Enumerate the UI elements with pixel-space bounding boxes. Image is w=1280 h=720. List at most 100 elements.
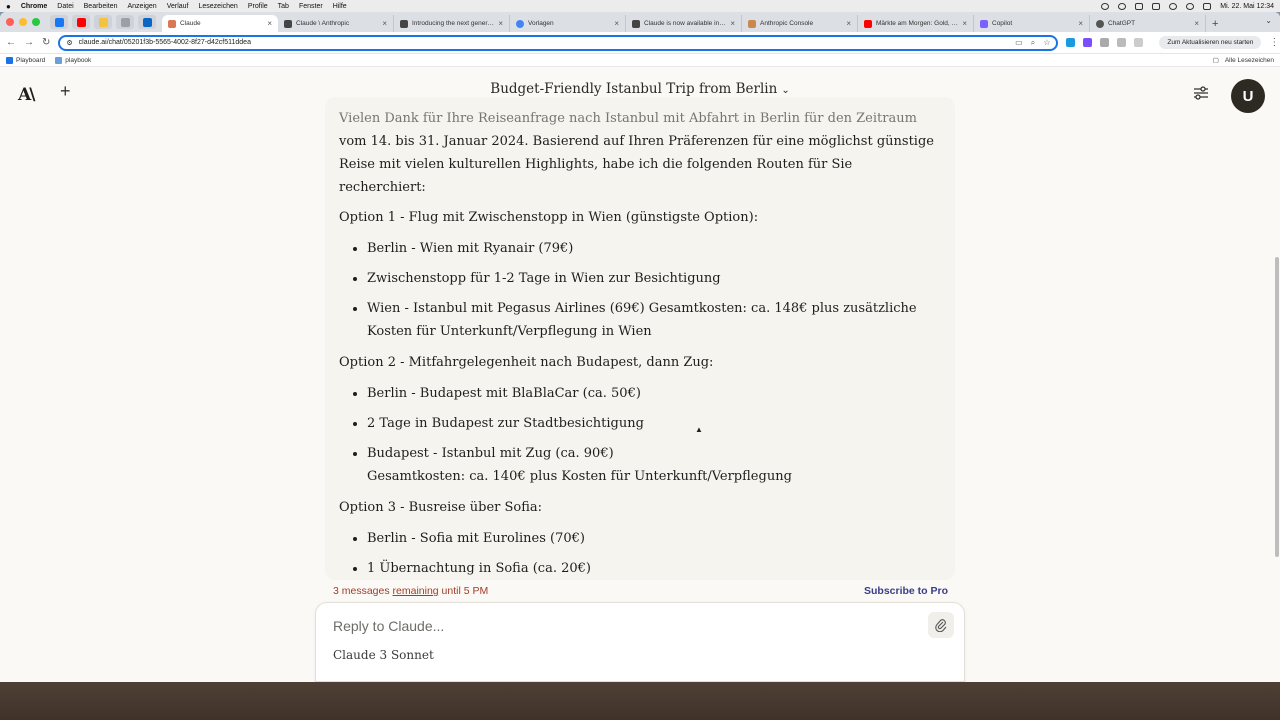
- reload-icon[interactable]: ↻: [42, 37, 50, 48]
- option1-list: Berlin - Wien mit Ryanair (79€) Zwischen…: [339, 237, 941, 343]
- conversation-title[interactable]: Budget-Friendly Istanbul Trip from Berli…: [0, 81, 1280, 97]
- bookmark-playboard[interactable]: Playboard: [6, 56, 45, 64]
- subscribe-pro-link[interactable]: Subscribe to Pro: [864, 585, 948, 597]
- mouse-cursor-icon: ▲: [695, 425, 703, 434]
- menu-fenster[interactable]: Fenster: [299, 3, 323, 10]
- page-scrollbar[interactable]: [1275, 257, 1279, 557]
- pinned-tab[interactable]: [50, 15, 68, 29]
- menu-app-name[interactable]: Chrome: [21, 3, 47, 10]
- close-tab-icon[interactable]: ×: [1194, 19, 1199, 28]
- tab-title: Copilot: [992, 20, 1013, 27]
- tab-claude[interactable]: Claude ×: [162, 15, 278, 32]
- menu-kebab-icon[interactable]: ⋮: [1269, 37, 1279, 48]
- sidebar-icon[interactable]: [1134, 38, 1144, 47]
- tab-anthropic[interactable]: Claude \ Anthropic ×: [278, 15, 394, 32]
- extension-icon[interactable]: [1066, 38, 1076, 47]
- pinned-tab-icon: [54, 17, 64, 27]
- tab-title: ChatGPT: [1108, 20, 1136, 27]
- tab-introducing[interactable]: Introducing the next generati ×: [394, 15, 510, 32]
- tab-claude-available[interactable]: Claude is now available in th ×: [626, 15, 742, 32]
- pinned-tab[interactable]: [116, 15, 134, 29]
- sync-icon[interactable]: [1118, 2, 1127, 10]
- tab-chatgpt[interactable]: ChatGPT ×: [1090, 15, 1206, 32]
- close-tab-icon[interactable]: ×: [614, 19, 619, 28]
- pinned-tab[interactable]: [72, 15, 90, 29]
- menu-anzeigen[interactable]: Anzeigen: [128, 3, 157, 10]
- menubar-clock[interactable]: Mi. 22. Mai 12:34: [1220, 3, 1274, 10]
- bluetooth-icon[interactable]: [1135, 2, 1144, 10]
- all-bookmarks[interactable]: ▢ Alle Lesezeichen: [1213, 56, 1274, 65]
- close-tab-icon[interactable]: ×: [846, 19, 851, 28]
- back-arrow-icon[interactable]: ←: [6, 37, 16, 48]
- close-tab-icon[interactable]: ×: [267, 19, 272, 28]
- new-tab-button[interactable]: +: [1212, 15, 1218, 32]
- wifi-icon[interactable]: [1169, 2, 1178, 10]
- minimize-window-button[interactable]: [19, 18, 27, 26]
- menu-hilfe[interactable]: Hilfe: [333, 3, 347, 10]
- extensions-area: [1066, 38, 1144, 47]
- extension-icon[interactable]: [1083, 38, 1093, 47]
- tab-title: Claude is now available in th: [644, 20, 727, 27]
- youtube-icon: [76, 17, 86, 27]
- close-window-button[interactable]: [6, 18, 14, 26]
- pinned-tabs: [50, 12, 156, 32]
- user-avatar[interactable]: U: [1231, 79, 1265, 113]
- tab-title: Claude: [180, 20, 201, 27]
- bookmark-playbook[interactable]: playbook: [55, 56, 92, 64]
- menu-bearbeiten[interactable]: Bearbeiten: [84, 3, 118, 10]
- pinned-tab-icon: [120, 17, 130, 27]
- menu-verlauf[interactable]: Verlauf: [167, 3, 189, 10]
- control-center-icon[interactable]: [1203, 2, 1212, 10]
- tab-search-chevron-icon[interactable]: ⌄: [1265, 16, 1272, 25]
- pinned-tab[interactable]: [138, 15, 156, 29]
- menu-tab[interactable]: Tab: [278, 3, 289, 10]
- record-icon[interactable]: [1101, 2, 1110, 10]
- menu-lesezeichen[interactable]: Lesezeichen: [199, 3, 238, 10]
- bookmark-star-icon[interactable]: ☆: [1043, 38, 1050, 48]
- all-bookmarks-label: Alle Lesezeichen: [1224, 56, 1274, 64]
- tab-vorlagen[interactable]: Vorlagen ×: [510, 15, 626, 32]
- url-text: claude.ai/chat/05201f3b-5565-4002-8f27-d…: [78, 39, 251, 46]
- extension-icon[interactable]: [1100, 38, 1110, 47]
- pinned-tab[interactable]: [94, 15, 112, 29]
- remaining-link[interactable]: remaining: [393, 585, 439, 597]
- attach-paperclip-icon[interactable]: [928, 612, 954, 638]
- battery-icon[interactable]: [1152, 2, 1161, 10]
- folder-icon: [98, 17, 108, 27]
- list-item: Budapest - Istanbul mit Zug (ca. 90€) Ge…: [367, 442, 941, 488]
- tab-copilot[interactable]: Copilot ×: [974, 15, 1090, 32]
- extensions-puzzle-icon[interactable]: [1117, 38, 1127, 47]
- close-tab-icon[interactable]: ×: [498, 19, 503, 28]
- spotlight-icon[interactable]: [1186, 2, 1195, 10]
- bookmark-favicon-icon: [6, 56, 13, 64]
- reply-input-placeholder[interactable]: Reply to Claude...: [333, 618, 444, 634]
- messages-count: 3 messages: [333, 585, 393, 597]
- list-item: 2 Tage in Budapest zur Stadtbesichtigung: [367, 412, 941, 435]
- close-tab-icon[interactable]: ×: [730, 19, 735, 28]
- update-restart-button[interactable]: Zum Aktualisieren neu starten: [1159, 36, 1262, 49]
- close-tab-icon[interactable]: ×: [962, 19, 967, 28]
- tab-title: Vorlagen: [528, 20, 554, 27]
- apple-icon[interactable]: ●: [6, 2, 11, 11]
- tab-anthropic-console[interactable]: Anthropic Console ×: [742, 15, 858, 32]
- zoom-icon[interactable]: ⌕: [1031, 38, 1035, 48]
- address-bar[interactable]: ⚙ claude.ai/chat/05201f3b-5565-4002-8f27…: [58, 34, 1059, 51]
- menu-datei[interactable]: Datei: [57, 3, 73, 10]
- sliders-icon[interactable]: [1193, 86, 1209, 100]
- tab-maerkte[interactable]: Märkte am Morgen: Gold, Sil ×: [858, 15, 974, 32]
- list-item: Wien - Istanbul mit Pegasus Airlines (69…: [367, 297, 941, 343]
- close-tab-icon[interactable]: ×: [382, 19, 387, 28]
- forward-arrow-icon[interactable]: →: [24, 37, 34, 48]
- reply-composer[interactable]: Reply to Claude... Claude 3 Sonnet: [315, 602, 965, 682]
- limits-until: until 5 PM: [438, 585, 489, 597]
- maximize-window-button[interactable]: [32, 18, 40, 26]
- bookmark-label: playbook: [65, 56, 92, 64]
- cast-icon[interactable]: ▭: [1015, 38, 1023, 48]
- tab-title: Introducing the next generati: [412, 20, 495, 27]
- site-info-icon[interactable]: ⚙: [66, 39, 72, 47]
- list-item: Zwischenstopp für 1-2 Tage in Wien zur B…: [367, 267, 941, 290]
- close-tab-icon[interactable]: ×: [1078, 19, 1083, 28]
- model-selector[interactable]: Claude 3 Sonnet: [333, 648, 434, 662]
- menu-profile[interactable]: Profile: [248, 3, 268, 10]
- option3-heading: Option 3 - Busreise über Sofia:: [339, 500, 543, 515]
